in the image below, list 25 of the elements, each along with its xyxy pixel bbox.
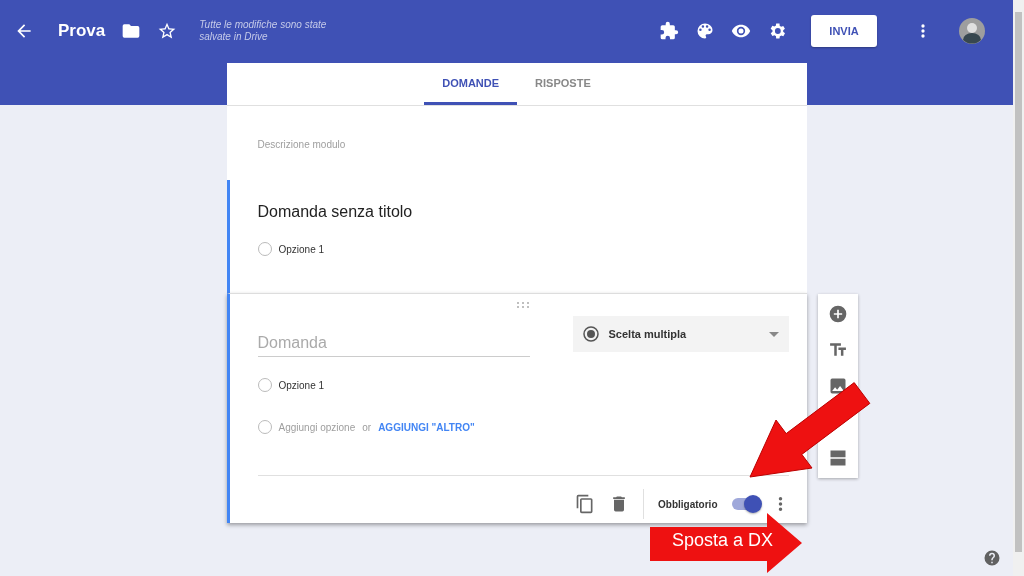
form-title: Prova xyxy=(58,21,106,41)
description-placeholder[interactable]: Descrizione modulo xyxy=(257,139,346,150)
caret-icon xyxy=(768,331,779,337)
save-status: Tutte le modifiche sono state salvate in Drive xyxy=(199,19,328,43)
copy-icon[interactable] xyxy=(575,494,596,514)
palette-icon[interactable] xyxy=(695,21,715,41)
option-label: Opzione 1 xyxy=(278,243,325,255)
question-type-dropdown[interactable]: Scelta multipla xyxy=(572,316,789,352)
send-button[interactable]: INVIA xyxy=(811,15,877,47)
folder-icon[interactable] xyxy=(121,21,142,41)
scrollbar[interactable] xyxy=(1013,0,1024,576)
radio-icon xyxy=(582,326,599,342)
option-label: Opzione 1 xyxy=(278,379,325,391)
add-option-text[interactable]: Aggiungi opzione xyxy=(278,421,356,433)
drag-handle-icon[interactable] xyxy=(517,302,529,308)
tab[interactable]: RISPOSTE xyxy=(517,63,609,105)
required-label: Obbligatorio xyxy=(658,498,718,510)
more-icon[interactable] xyxy=(777,497,783,511)
help-icon[interactable] xyxy=(983,549,1001,567)
puzzle-icon[interactable] xyxy=(659,21,679,41)
add-other-link[interactable]: AGGIUNGI "ALTRO" xyxy=(378,421,475,433)
avatar[interactable] xyxy=(959,18,985,44)
question-title: Domanda senza titolo xyxy=(257,203,414,221)
or-text: or xyxy=(362,421,372,433)
annotation-label: Sposta a DX xyxy=(672,530,774,551)
